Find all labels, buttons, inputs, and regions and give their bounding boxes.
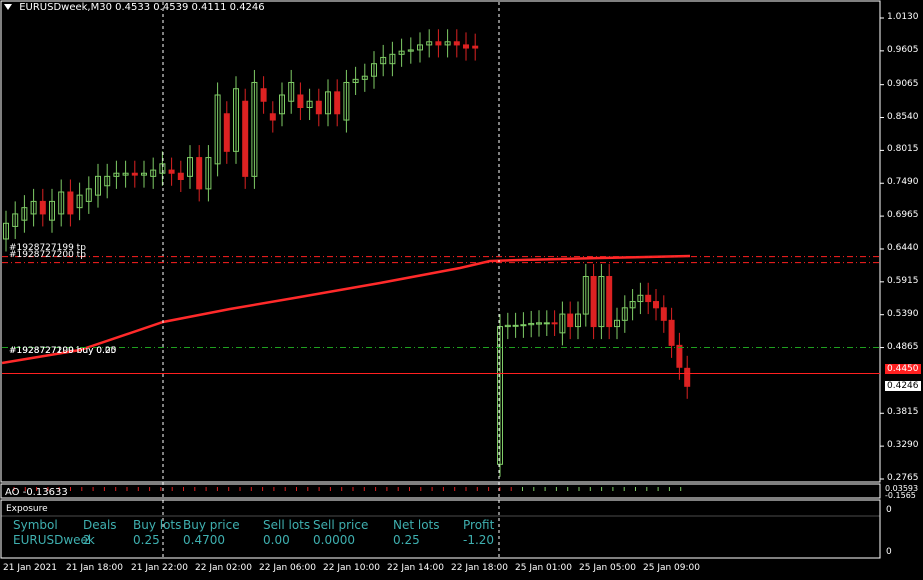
time-tick-8: 25 Jan 01:00 [515, 563, 572, 573]
candle-body-75 [676, 344, 683, 368]
tp-label-2[interactable]: #1928727200 tp [9, 250, 86, 260]
ao-frame [0, 483, 881, 499]
header-profit: Profit [463, 518, 495, 532]
exposure-title: Exposure [6, 504, 48, 514]
candle-body-4 [39, 200, 46, 215]
candle-body-24 [223, 113, 230, 152]
time-tick-0: 21 Jan 2021 [3, 563, 57, 573]
cell-deals: 2 [83, 533, 91, 547]
price-tick-9: 0.5390 [887, 308, 919, 319]
header-buy-price: Buy price [183, 518, 240, 532]
ao-indicator-label: AO -0.13633 [5, 487, 68, 498]
current-price-badge: 0.4246 [885, 381, 921, 391]
candle-body-51 [472, 45, 479, 49]
candle-body-7 [67, 191, 74, 215]
header-net-lots: Net lots [393, 518, 440, 532]
ao-axis-bottom: -0.1565 [885, 491, 916, 500]
exposure-panel: Exposure Symbol Deals Buy lots Buy price… [0, 503, 880, 557]
price-tick-12: 0.3290 [887, 440, 919, 451]
time-tick-2: 21 Jan 22:00 [131, 563, 188, 573]
header-sell-lots: Sell lots [263, 518, 311, 532]
candle-body-26 [242, 100, 249, 177]
time-tick-1: 21 Jan 18:00 [66, 563, 123, 573]
candle-body-29 [269, 113, 276, 121]
candle-body-18 [168, 169, 175, 174]
time-tick-7: 22 Jan 18:00 [451, 563, 508, 573]
price-tick-2: 0.9065 [887, 78, 919, 89]
cell-sell-lots: 0.00 [263, 533, 290, 547]
time-tick-5: 22 Jan 10:00 [323, 563, 380, 573]
price-tick-3: 0.8540 [887, 111, 919, 122]
price-tick-5: 0.7490 [887, 177, 919, 188]
cell-buy-lots: 0.25 [133, 533, 160, 547]
candle-body-61 [567, 313, 574, 328]
buy-label-2[interactable]: #1928727200 buy 0.20 [9, 346, 116, 356]
cell-buy-price: 0.4700 [183, 533, 225, 547]
price-tick-8: 0.5915 [887, 275, 919, 286]
header-symbol: Symbol [13, 518, 58, 532]
time-tick-4: 22 Jan 06:00 [259, 563, 316, 573]
ohlc-values: 0.4533 0.4539 0.4111 0.4246 [115, 2, 265, 13]
candle-body-55 [520, 324, 527, 327]
main-chart-frame [0, 0, 881, 483]
candle-body-59 [551, 322, 558, 325]
candle-body-73 [660, 307, 667, 321]
candle-body-50 [463, 44, 469, 49]
time-tick-3: 22 Jan 02:00 [195, 563, 252, 573]
candle-body-74 [668, 319, 675, 346]
price-tick-7: 0.6440 [887, 242, 919, 253]
price-tick-1: 0.9605 [887, 44, 919, 55]
price-tick-11: 0.3815 [887, 407, 919, 418]
header-sell-price: Sell price [313, 518, 369, 532]
candle-body-49 [453, 41, 460, 46]
exposure-axis-bottom: 0 [886, 547, 892, 557]
price-tick-6: 0.6965 [887, 210, 919, 221]
price-tick-4: 0.8015 [887, 144, 919, 155]
dropdown-arrow-icon[interactable] [4, 4, 12, 10]
candle-body-54 [512, 324, 519, 327]
price-tick-10: 0.4865 [887, 341, 919, 352]
price-chart[interactable] [0, 0, 923, 580]
candle-body-66 [606, 276, 613, 328]
candle-body-21 [196, 157, 203, 190]
candle-body-14 [131, 172, 138, 176]
candle-body-28 [260, 88, 267, 102]
time-tick-6: 22 Jan 14:00 [387, 563, 444, 573]
chart-title: EURUSDweek,M30 0.4533 0.4539 0.4111 0.42… [4, 2, 265, 13]
candle-body-36 [334, 91, 341, 115]
cell-net-lots: 0.25 [393, 533, 420, 547]
header-deals: Deals [83, 518, 117, 532]
time-tick-9: 25 Jan 05:00 [579, 563, 636, 573]
candle-body-34 [315, 100, 322, 115]
time-tick-10: 25 Jan 09:00 [643, 563, 700, 573]
candle-body-19 [177, 172, 184, 180]
candle-body-72 [653, 301, 659, 309]
candle-body-71 [645, 294, 652, 303]
price-tick-13: 0.2765 [887, 473, 919, 483]
cell-sell-price: 0.0000 [313, 533, 355, 547]
price-tick-0: 1.0130 [887, 12, 919, 22]
candle-body-64 [590, 276, 597, 328]
candle-body-58 [543, 322, 550, 325]
candles [3, 29, 691, 477]
candle-body-32 [297, 94, 304, 109]
cell-profit: -1.20 [463, 533, 495, 547]
candle-body-76 [684, 367, 691, 387]
current-price-badge-red: 0.4450 [885, 364, 921, 374]
header-buy-lots: Buy lots [133, 518, 182, 532]
exposure-axis-top: 0 [886, 505, 892, 515]
trading-terminal: EURUSDweek,M30 0.4533 0.4539 0.4111 0.42… [0, 0, 923, 580]
symbol-timeframe: EURUSDweek,M30 [19, 2, 112, 13]
candle-body-47 [435, 41, 442, 46]
